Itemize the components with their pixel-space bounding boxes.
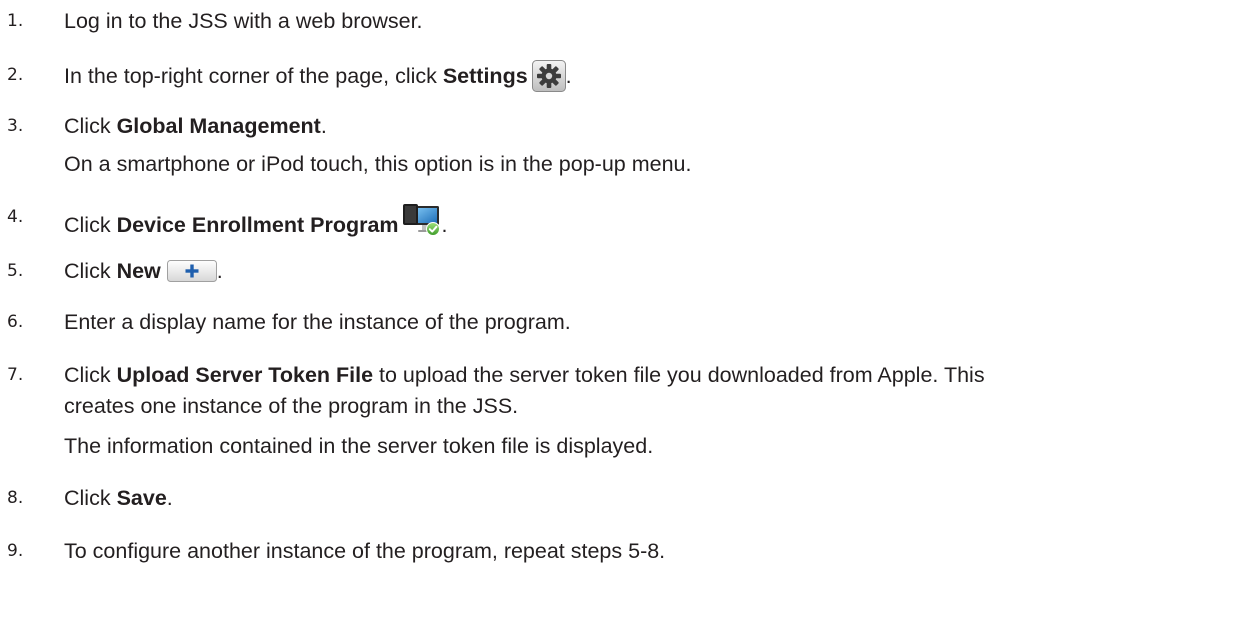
step-text: Enter a display name for the instance of… [64, 310, 571, 334]
step-text: Click [64, 259, 117, 283]
plus-icon [166, 260, 217, 282]
step-text: Click [64, 213, 117, 237]
save-label: Save [116, 486, 167, 510]
step-7-note: The information contained in the server … [64, 434, 654, 458]
step-number: 4. [7, 207, 24, 227]
upload-server-token-file-label: Upload Server Token File [116, 363, 374, 387]
step-3-note: On a smartphone or iPod touch, this opti… [64, 152, 692, 176]
step-number: 6. [7, 312, 24, 332]
step-text-continued: creates one instance of the program in t… [64, 394, 519, 418]
step-number: 9. [7, 541, 24, 561]
step-text: Click [64, 114, 117, 138]
step-number: 3. [7, 116, 24, 136]
device-enrollment-program-label: Device Enrollment Program [116, 213, 399, 237]
gear-icon [531, 60, 566, 92]
step-number: 5. [7, 261, 24, 281]
step-text: Log in to the JSS with a web browser. [64, 9, 423, 33]
new-label: New [116, 259, 161, 283]
global-management-label: Global Management [116, 114, 321, 138]
step-number: 2. [7, 65, 24, 85]
step-number: 8. [7, 488, 24, 508]
step-text: In the top-right corner of the page, cli… [64, 64, 443, 88]
step-number: 1. [7, 11, 24, 31]
step-text: To configure another instance of the pro… [64, 539, 666, 563]
settings-label: Settings [442, 64, 528, 88]
step-text: Click [64, 486, 117, 510]
device-enrollment-icon [402, 202, 442, 238]
step-text: Click [64, 363, 117, 387]
step-number: 7. [7, 365, 24, 385]
